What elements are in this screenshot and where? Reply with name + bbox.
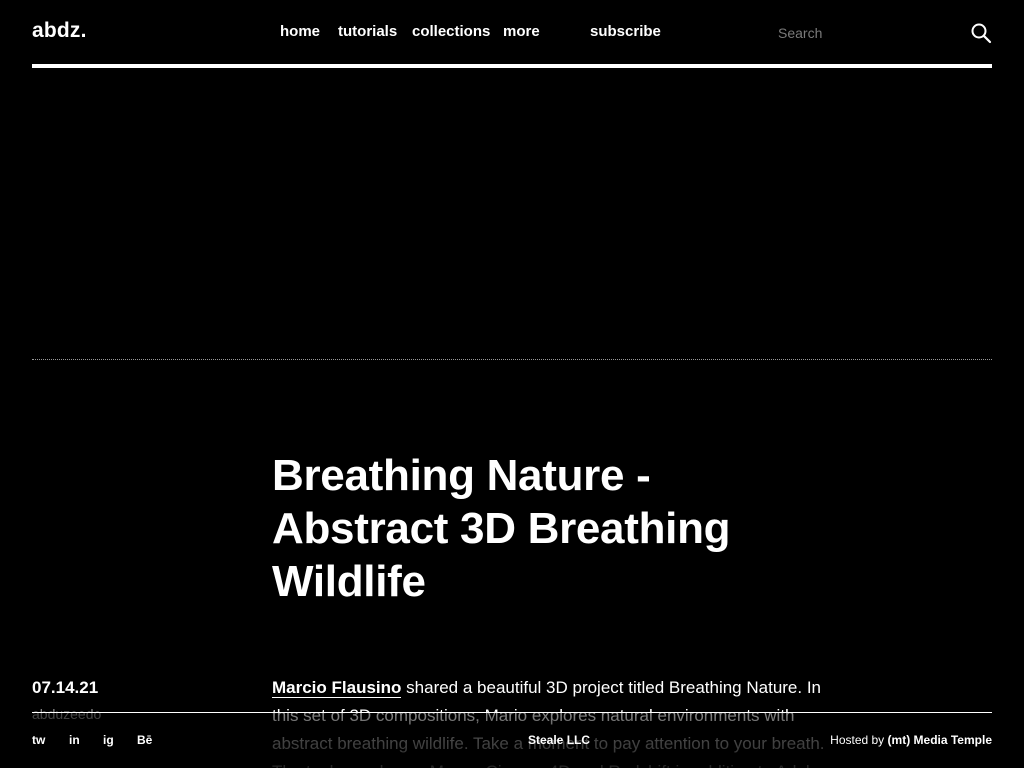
site-header: abdz. home tutorials collections more su… — [32, 0, 992, 64]
hosting-credit: Hosted by (mt) Media Temple — [830, 733, 992, 747]
nav-home[interactable]: home — [280, 23, 320, 40]
site-footer: tw in ig Bē Steale LLC Hosted by (mt) Me… — [0, 712, 1024, 768]
site-logo[interactable]: abdz. — [32, 19, 87, 43]
header-divider — [32, 64, 992, 68]
article-date: 07.14.21 — [32, 678, 99, 697]
search-input[interactable] — [778, 22, 958, 44]
nav-more[interactable]: more — [503, 23, 540, 40]
host-link[interactable]: (mt) Media Temple — [888, 733, 992, 747]
search-box — [778, 22, 992, 44]
article-title: Breathing Nature - Abstract 3D Breathing… — [272, 451, 731, 606]
search-icon[interactable] — [970, 22, 992, 44]
instagram-link[interactable]: ig — [103, 733, 114, 747]
author-link[interactable]: Marcio Flausino — [272, 678, 402, 698]
page: abdz. home tutorials collections more su… — [0, 0, 1024, 768]
section-divider — [32, 359, 992, 360]
hosted-by-label: Hosted by — [830, 733, 885, 747]
nav-subscribe[interactable]: subscribe — [590, 23, 661, 40]
nav-tutorials[interactable]: tutorials — [338, 23, 397, 40]
footer-divider — [32, 712, 992, 713]
linkedin-link[interactable]: in — [69, 733, 80, 747]
twitter-link[interactable]: tw — [32, 733, 45, 747]
company-name[interactable]: Steale LLC — [528, 733, 590, 747]
nav-collections[interactable]: collections — [412, 23, 490, 40]
behance-link[interactable]: Bē — [137, 733, 152, 747]
